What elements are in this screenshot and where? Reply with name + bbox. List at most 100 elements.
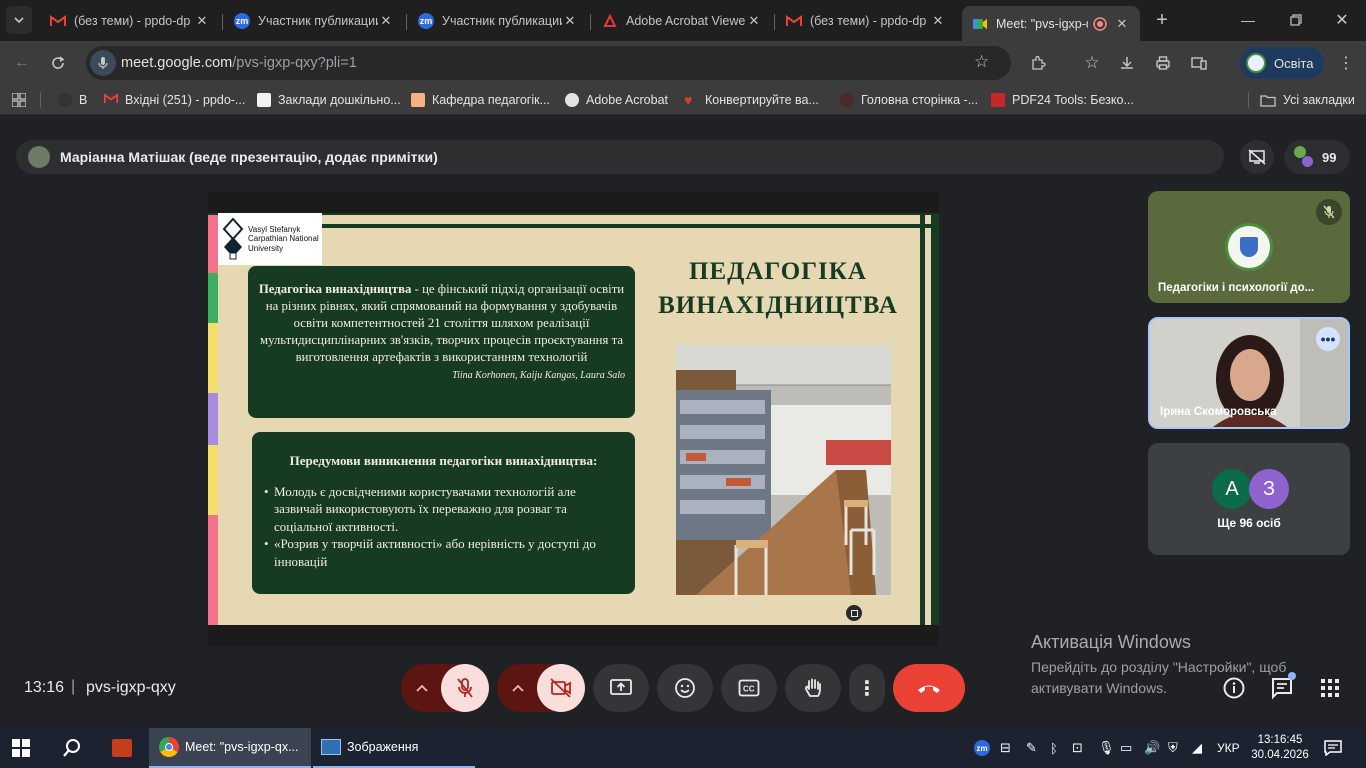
reactions-button[interactable] [657,664,713,712]
browser-tab-active[interactable]: Meet: "pvs-igxp-qxy" ✕ [962,6,1140,41]
chevron-down-icon [14,17,24,24]
restore-button[interactable] [1282,6,1310,34]
tray-network-icon[interactable]: ◢ [1192,728,1202,768]
microphone-icon [98,57,108,69]
participants-count: 99 [1322,149,1337,165]
camera-options-button[interactable] [497,664,539,712]
profile-button[interactable]: Освіта [1240,47,1324,79]
taskbar-label: Зображення [347,740,419,754]
muted-indicator [1316,199,1342,225]
tab-search-button[interactable] [6,6,32,34]
meeting-details-button[interactable] [1222,676,1246,700]
downloads-button[interactable] [1113,49,1141,77]
leave-call-button[interactable] [893,664,965,712]
search-button[interactable] [62,728,82,768]
participants-button[interactable]: 99 [1284,140,1350,174]
presentation-off-icon [1248,149,1266,165]
bookmark-item[interactable]: Заклади дошкільно... [257,91,401,109]
svg-text:CC: CC [743,685,755,694]
reload-button[interactable] [44,49,72,77]
bookmark-item[interactable]: Adobe Acrobat [565,91,668,109]
participant-tile[interactable]: ••• Ірина Скоморовська [1148,317,1350,429]
mic-options-button[interactable] [401,664,443,712]
tray-microphone-icon[interactable]: 🎙 [1098,728,1115,768]
browser-tab[interactable]: Adobe Acrobat Viewer ✕ [592,6,772,36]
browser-tab[interactable]: zm Участник публикации ✕ [408,6,588,36]
close-icon[interactable]: ✕ [378,13,394,29]
close-icon[interactable]: ✕ [1114,16,1130,32]
bookmark-item[interactable]: ♥ Конвертируйте ва... [684,91,819,109]
mic-toggle-button[interactable] [441,664,489,712]
back-button[interactable]: ← [8,49,36,77]
folder-icon [1260,94,1276,107]
bookmark-item[interactable]: Кафедра педагогік... [411,91,550,109]
present-screen-button[interactable] [593,664,649,712]
more-options-button[interactable]: ⋮ [849,664,885,712]
site-info-button[interactable] [90,50,116,76]
tray-language[interactable]: УКР [1217,728,1240,768]
activities-button[interactable] [1320,678,1340,698]
taskbar-app-presentation[interactable] [112,728,132,768]
start-button[interactable] [12,728,30,768]
logo-line: Vasyl Stefanyk [248,224,301,234]
captions-button[interactable]: CC [721,664,777,712]
notification-center-icon [1324,740,1342,756]
decor-bar [208,213,218,273]
close-icon: ✕ [1335,12,1349,29]
tray-zoom-icon[interactable]: zm [974,728,990,768]
bookmark-item[interactable]: Вхідні (251) - ppdo-... [104,91,245,109]
apps-grid-icon [1321,679,1339,697]
taskbar-app-photos[interactable]: Зображення [313,728,475,768]
taskbar-time: 13:16:45 [1257,734,1303,746]
print-button[interactable] [1149,49,1177,77]
tray-usb-icon[interactable]: ⊟ [1000,728,1011,768]
bookmark-item[interactable]: В [58,91,87,109]
others-tile[interactable]: А З Ще 96 осіб [1148,443,1350,555]
bookmark-item[interactable]: PDF24 Tools: Безко... [991,91,1134,109]
close-icon[interactable]: ✕ [746,13,762,29]
extensions-button[interactable] [1024,49,1052,77]
new-tab-button[interactable]: + [1148,6,1176,34]
tray-volume-icon[interactable]: 🔊 [1144,728,1160,768]
bookmarks-button[interactable]: ☆ [1078,49,1106,77]
participant-tile[interactable]: Педагогіки і психології до... [1148,191,1350,303]
presenter-text: Маріанна Матішак (веде презентацію, дода… [60,149,438,165]
browser-tab[interactable]: (без теми) - ppdo-dp ✕ [40,6,220,36]
close-icon[interactable]: ✕ [562,13,578,29]
bookmark-star-icon[interactable]: ☆ [974,52,989,72]
puzzle-icon [1032,55,1046,70]
tray-camera-icon[interactable]: ⊡ [1072,728,1083,768]
tray-clock[interactable]: 13:16:45 30.04.2026 [1251,728,1309,768]
close-icon[interactable]: ✕ [194,13,210,29]
tray-bluetooth-icon[interactable]: ᛒ [1050,728,1058,768]
raise-hand-button[interactable] [785,664,841,712]
bookmark-item[interactable]: Головна сторінка -... [840,91,978,109]
more-options-icon[interactable]: ••• [1316,327,1340,351]
browser-tab[interactable]: zm Участник публикации ✕ [224,6,404,36]
tray-security-icon[interactable]: ⛨ [1168,728,1178,768]
chrome-menu-button[interactable]: ⋮ [1332,49,1360,77]
browser-tab[interactable]: (без теми) - ppdo-dp ✕ [776,6,956,36]
hide-presentation-button[interactable] [1240,140,1274,174]
chrome-icon [159,737,179,757]
slide-control-icon[interactable] [846,605,862,621]
taskbar-app-chrome[interactable]: Meet: "pvs-igxp-qx... [149,728,311,768]
close-window-button[interactable]: ✕ [1328,6,1356,34]
restore-icon [1290,14,1302,26]
tray-pen-icon[interactable]: ✎ [1026,728,1037,768]
close-icon[interactable]: ✕ [930,13,946,29]
all-bookmarks-button[interactable]: Усі закладки [1260,91,1355,109]
chat-button[interactable] [1270,672,1296,700]
camera-toggle-button[interactable] [537,664,585,712]
apps-icon[interactable] [12,91,26,109]
cast-button[interactable] [1185,49,1213,77]
photos-icon [321,739,341,755]
tray-battery-icon[interactable]: ▭ [1120,728,1132,768]
address-bar[interactable]: meet.google.com/pvs-igxp-qxy?pli=1 ☆ [86,46,1011,80]
gmail-icon [786,13,802,29]
download-icon [1121,57,1133,69]
minimize-button[interactable]: — [1234,6,1262,34]
notifications-button[interactable] [1324,728,1342,768]
zm-icon: zm [234,13,250,29]
site-icon [58,93,72,107]
